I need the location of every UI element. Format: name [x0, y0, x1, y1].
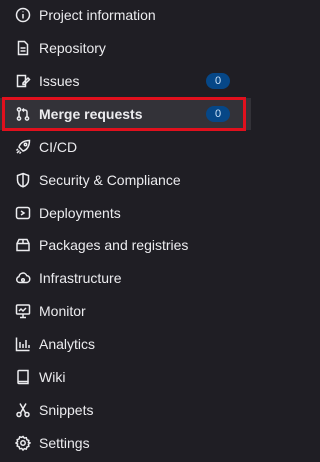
sidebar-item-label: Issues: [39, 73, 80, 89]
sidebar-item-label: Settings: [39, 435, 90, 451]
sidebar-item-label: Deployments: [39, 205, 121, 221]
sidebar-item-label: Snippets: [39, 402, 94, 418]
sidebar-item-project-information[interactable]: Project information: [0, 0, 251, 31]
package-icon: [15, 237, 31, 253]
sidebar-item-deployments[interactable]: Deployments: [0, 197, 251, 229]
sidebar-item-ci-cd[interactable]: CI/CD: [0, 131, 251, 163]
sidebar-item-label: Repository: [39, 40, 106, 56]
merge-request-icon: [15, 106, 31, 122]
sidebar-item-wiki[interactable]: Wiki: [0, 361, 251, 393]
sidebar-item-security-compliance[interactable]: Security & Compliance: [0, 164, 251, 196]
sidebar-item-repository[interactable]: Repository: [0, 32, 251, 64]
sidebar-item-merge-requests[interactable]: Merge requests 0: [0, 98, 251, 130]
sidebar-item-issues[interactable]: Issues 0: [0, 65, 251, 97]
sidebar-item-label: Project information: [39, 7, 156, 23]
sidebar-item-analytics[interactable]: Analytics: [0, 328, 251, 360]
sidebar-item-label: Monitor: [39, 303, 86, 319]
sidebar-item-label: Wiki: [39, 369, 66, 385]
sidebar-item-label: CI/CD: [39, 139, 78, 155]
sidebar-item-label: Merge requests: [39, 106, 143, 122]
sidebar-item-label: Security & Compliance: [39, 172, 181, 188]
shield-icon: [15, 172, 31, 188]
merge-requests-count-badge: 0: [206, 106, 230, 122]
project-information-icon: [15, 7, 31, 23]
sidebar-item-label: Analytics: [39, 336, 96, 352]
sidebar-item-monitor[interactable]: Monitor: [0, 295, 251, 327]
monitor-icon: [15, 303, 31, 319]
sidebar-item-settings[interactable]: Settings: [0, 427, 251, 459]
sidebar-item-infrastructure[interactable]: Infrastructure: [0, 262, 251, 294]
rocket-icon: [15, 139, 31, 155]
gear-icon: [15, 435, 31, 451]
issues-icon: [15, 73, 31, 89]
deployments-icon: [15, 205, 31, 221]
issues-count-badge: 0: [206, 73, 230, 89]
repository-icon: [15, 40, 31, 56]
analytics-icon: [15, 336, 31, 352]
snippet-icon: [15, 402, 31, 418]
book-icon: [15, 369, 31, 385]
sidebar-item-snippets[interactable]: Snippets: [0, 394, 251, 426]
sidebar-item-label: Infrastructure: [39, 270, 122, 286]
sidebar-item-packages-registries[interactable]: Packages and registries: [0, 229, 251, 261]
sidebar-item-label: Packages and registries: [39, 237, 189, 253]
infrastructure-icon: [15, 270, 31, 286]
sidebar-nav: Project information Repository Issues 0: [0, 0, 251, 462]
